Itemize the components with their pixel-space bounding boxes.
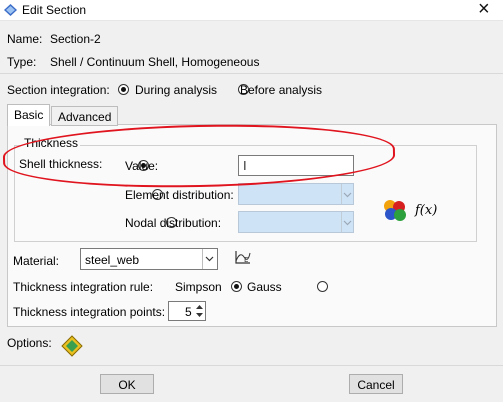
simpson-label: Simpson: [175, 280, 222, 294]
title-bar: Edit Section ×: [0, 0, 503, 21]
window-title: Edit Section: [22, 3, 87, 17]
chevron-down-icon: [341, 212, 353, 232]
material-label: Material:: [13, 254, 60, 268]
tab-advanced[interactable]: Advanced: [51, 106, 118, 126]
type-value: Shell / Continuum Shell, Homogeneous: [50, 55, 260, 69]
app-icon: [4, 4, 17, 16]
material-combo[interactable]: steel_web: [80, 248, 218, 270]
during-analysis-radio[interactable]: [118, 84, 129, 95]
type-label: Type:: [7, 55, 37, 69]
tab-basic[interactable]: Basic: [7, 104, 50, 126]
options-label: Options:: [7, 336, 52, 350]
material-manager-icon[interactable]: E: [234, 249, 252, 265]
separator: [0, 73, 503, 74]
close-icon[interactable]: ×: [478, 0, 490, 19]
simpson-radio[interactable]: [230, 281, 242, 292]
options-icon[interactable]: [60, 334, 84, 358]
chevron-down-icon: [341, 184, 353, 204]
fx-label: f(x): [415, 203, 438, 218]
material-value: steel_web: [85, 253, 140, 267]
during-analysis-label: During analysis: [135, 83, 218, 97]
name-value: Section-2: [50, 32, 101, 46]
name-label: Name:: [7, 32, 43, 46]
spin-arrows-icon[interactable]: [195, 303, 204, 319]
separator: [0, 365, 503, 366]
points-value: 5: [185, 305, 192, 319]
nodal-distribution-combo[interactable]: [238, 211, 354, 233]
cancel-button[interactable]: Cancel: [349, 374, 403, 394]
points-spinbox[interactable]: 5: [168, 301, 206, 321]
ok-button[interactable]: OK: [100, 374, 154, 394]
element-distribution-label: Element distribution:: [125, 188, 234, 202]
analytical-field-icon[interactable]: [382, 198, 408, 222]
gauss-label: Gauss: [247, 280, 282, 294]
gauss-radio[interactable]: [317, 281, 329, 292]
before-analysis-label: Before analysis: [240, 83, 323, 97]
chevron-down-icon: [202, 249, 217, 269]
points-label-text: Thickness integration points:: [13, 305, 166, 319]
nodal-distribution-label: Nodal distribution:: [125, 216, 222, 230]
svg-text:E: E: [244, 256, 248, 264]
rule-label: Thickness integration rule:: [13, 280, 154, 294]
integration-label: Section integration:: [7, 83, 110, 97]
element-distribution-combo[interactable]: [238, 183, 354, 205]
